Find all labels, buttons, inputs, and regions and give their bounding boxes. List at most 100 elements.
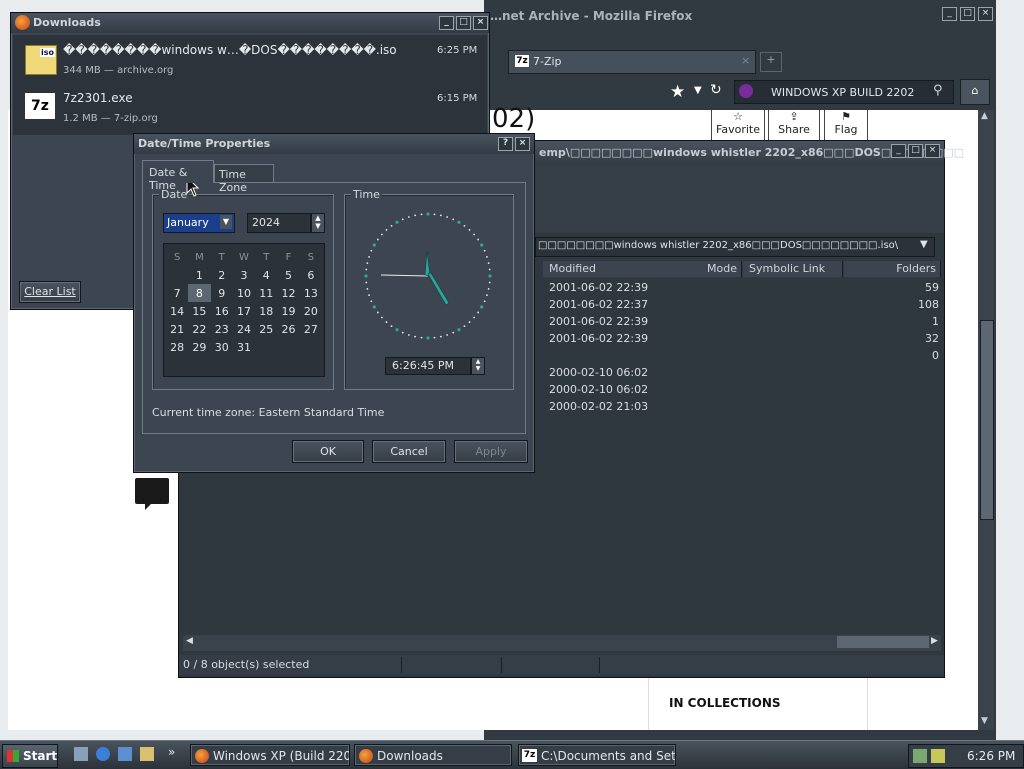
task-7zip[interactable]: 7z C:\Documents and Settin... bbox=[518, 744, 676, 766]
downloads-list[interactable]: iso ��������windows w…�DOS��������.iso 3… bbox=[13, 35, 487, 135]
calendar-day[interactable]: 30 bbox=[211, 338, 233, 356]
network-icon[interactable] bbox=[913, 749, 927, 763]
calendar-day[interactable]: 4 bbox=[255, 266, 277, 284]
calendar-day[interactable]: 27 bbox=[300, 320, 322, 338]
chevron-down-icon[interactable]: ▼ bbox=[220, 215, 232, 229]
time-field[interactable]: 6:26:45 PM bbox=[385, 357, 471, 375]
calendar-day[interactable]: 2 bbox=[211, 266, 233, 284]
calendar-day[interactable]: 26 bbox=[277, 320, 299, 338]
ok-button[interactable]: OK bbox=[292, 440, 364, 463]
flag-button[interactable]: ⚑ Flag bbox=[824, 110, 868, 142]
horizontal-scrollbar[interactable]: ◀ ▶ bbox=[183, 635, 941, 651]
explorer-icon[interactable] bbox=[140, 747, 154, 761]
search-input[interactable]: WINDOWS XP BUILD 2202 ⚲ bbox=[734, 80, 954, 104]
calendar-day[interactable]: 17 bbox=[233, 302, 255, 320]
maximize-button[interactable]: □ bbox=[456, 16, 471, 30]
year-spinner[interactable]: ▲ ▼ bbox=[311, 213, 325, 233]
table-row[interactable]: 2001-06-02 22:37 108 bbox=[543, 296, 943, 313]
maximize-button[interactable]: □ bbox=[908, 144, 923, 158]
bookmark-star-icon[interactable]: ★ bbox=[670, 82, 685, 102]
tray-clock[interactable]: 6:26 PM bbox=[967, 749, 1015, 763]
table-row[interactable]: 2001-06-02 22:39 1 bbox=[543, 313, 943, 330]
calendar[interactable]: SMTWTFS 1 2 3 4 5 6 7 8 9 10 11 12 13 14 15 16 17 18 19 20 2… bbox=[163, 243, 325, 377]
calendar-day[interactable]: 20 bbox=[300, 302, 322, 320]
calendar-day[interactable]: 21 bbox=[166, 320, 188, 338]
address-bar[interactable]: □□□□□□□□windows whistler 2202_x86□□□DOS□… bbox=[535, 237, 935, 257]
minimize-button[interactable]: _ bbox=[942, 7, 957, 21]
reload-icon[interactable]: ↻ bbox=[710, 82, 722, 98]
minimize-button[interactable]: _ bbox=[891, 144, 906, 158]
table-row[interactable]: 2000-02-10 06:02 bbox=[543, 364, 943, 381]
calendar-day[interactable]: 13 bbox=[300, 284, 322, 302]
calendar-day[interactable]: 22 bbox=[188, 320, 210, 338]
calendar-day[interactable]: 29 bbox=[188, 338, 210, 356]
table-row[interactable]: 2000-02-02 21:03 bbox=[543, 398, 943, 415]
table-row[interactable]: 0 bbox=[543, 347, 943, 364]
calendar-day[interactable]: 18 bbox=[255, 302, 277, 320]
calendar-day[interactable]: 28 bbox=[166, 338, 188, 356]
download-item[interactable]: 7z 7z2301.exe 1.2 MB — 7-zip.org 6:15 PM bbox=[13, 85, 487, 129]
volume-icon[interactable] bbox=[931, 749, 945, 763]
calendar-day[interactable]: 3 bbox=[233, 266, 255, 284]
calendar-day[interactable]: 15 bbox=[188, 302, 210, 320]
calendar-day[interactable]: 9 bbox=[211, 284, 233, 302]
calendar-day[interactable]: 23 bbox=[211, 320, 233, 338]
time-spinner[interactable]: ▲ ▼ bbox=[471, 357, 485, 375]
scroll-right-icon[interactable]: ▶ bbox=[931, 636, 938, 646]
scroll-down-icon[interactable]: ▼ bbox=[981, 716, 988, 726]
calendar-day[interactable]: 31 bbox=[233, 338, 255, 356]
new-tab-button[interactable]: + bbox=[760, 52, 782, 72]
year-field[interactable]: 2024 bbox=[247, 213, 311, 233]
calendar-day[interactable]: 10 bbox=[233, 284, 255, 302]
share-button[interactable]: ⇪ Share bbox=[768, 110, 820, 142]
task-firefox[interactable]: Windows XP (Build 2202) ... bbox=[190, 744, 350, 766]
calendar-day[interactable]: 11 bbox=[255, 284, 277, 302]
page-scrollbar[interactable]: ▲ ▼ bbox=[978, 110, 994, 730]
calendar-day[interactable]: 12 bbox=[277, 284, 299, 302]
close-button[interactable]: × bbox=[978, 7, 993, 21]
column-symbolic-link[interactable]: Symbolic Link bbox=[743, 261, 843, 277]
tab-time-zone[interactable]: Time Zone bbox=[214, 164, 274, 194]
maximize-button[interactable]: □ bbox=[960, 7, 975, 21]
calendar-day[interactable]: 7 bbox=[166, 284, 188, 302]
calendar-day[interactable]: 16 bbox=[211, 302, 233, 320]
close-button[interactable]: × bbox=[925, 144, 940, 158]
search-engine-icon[interactable] bbox=[739, 84, 753, 98]
calendar-day[interactable]: 25 bbox=[255, 320, 277, 338]
chevron-down-icon[interactable]: ▼ bbox=[920, 239, 928, 250]
column-folders[interactable]: Folders bbox=[844, 261, 941, 277]
calendar-day[interactable]: 1 bbox=[188, 266, 210, 284]
media-player-icon[interactable] bbox=[118, 747, 132, 761]
table-row[interactable]: 2001-06-02 22:39 32 bbox=[543, 330, 943, 347]
task-downloads[interactable]: Downloads bbox=[354, 744, 512, 766]
calendar-day[interactable]: 6 bbox=[300, 266, 322, 284]
calendar-day[interactable]: 5 bbox=[277, 266, 299, 284]
scroll-up-icon[interactable]: ▲ bbox=[981, 111, 988, 121]
column-modified[interactable]: Modified bbox=[543, 261, 650, 277]
minimize-button[interactable]: _ bbox=[439, 16, 454, 30]
column-mode[interactable]: Mode bbox=[644, 261, 742, 277]
scrollbar-thumb[interactable] bbox=[837, 636, 929, 648]
table-row[interactable]: 2001-06-02 22:39 59 bbox=[543, 279, 943, 296]
search-icon[interactable]: ⚲ bbox=[933, 83, 943, 98]
apply-button[interactable]: Apply bbox=[454, 440, 528, 463]
show-desktop-icon[interactable] bbox=[74, 747, 88, 761]
month-select[interactable]: January ▼ bbox=[163, 213, 235, 233]
internet-explorer-icon[interactable] bbox=[96, 747, 110, 761]
quicklaunch-overflow-icon[interactable]: » bbox=[168, 745, 175, 759]
scrollbar-thumb[interactable] bbox=[980, 320, 994, 520]
tab-7zip[interactable]: 7z 7-Zip × bbox=[508, 50, 756, 74]
scroll-left-icon[interactable]: ◀ bbox=[186, 636, 193, 646]
start-button[interactable]: Start bbox=[2, 744, 58, 768]
close-button[interactable]: × bbox=[515, 137, 530, 151]
cancel-button[interactable]: Cancel bbox=[372, 440, 446, 463]
tab-date-time[interactable]: Date & Time bbox=[142, 160, 214, 192]
home-button[interactable]: ⌂ bbox=[960, 79, 990, 105]
calendar-day[interactable]: 14 bbox=[166, 302, 188, 320]
calendar-day[interactable]: 24 bbox=[233, 320, 255, 338]
close-button[interactable]: × bbox=[473, 16, 488, 30]
favorite-button[interactable]: ☆ Favorite bbox=[711, 110, 765, 142]
help-button[interactable]: ? bbox=[498, 137, 513, 151]
calendar-day[interactable]: 19 bbox=[277, 302, 299, 320]
download-item[interactable]: iso ��������windows w…�DOS��������.iso 3… bbox=[13, 35, 487, 85]
